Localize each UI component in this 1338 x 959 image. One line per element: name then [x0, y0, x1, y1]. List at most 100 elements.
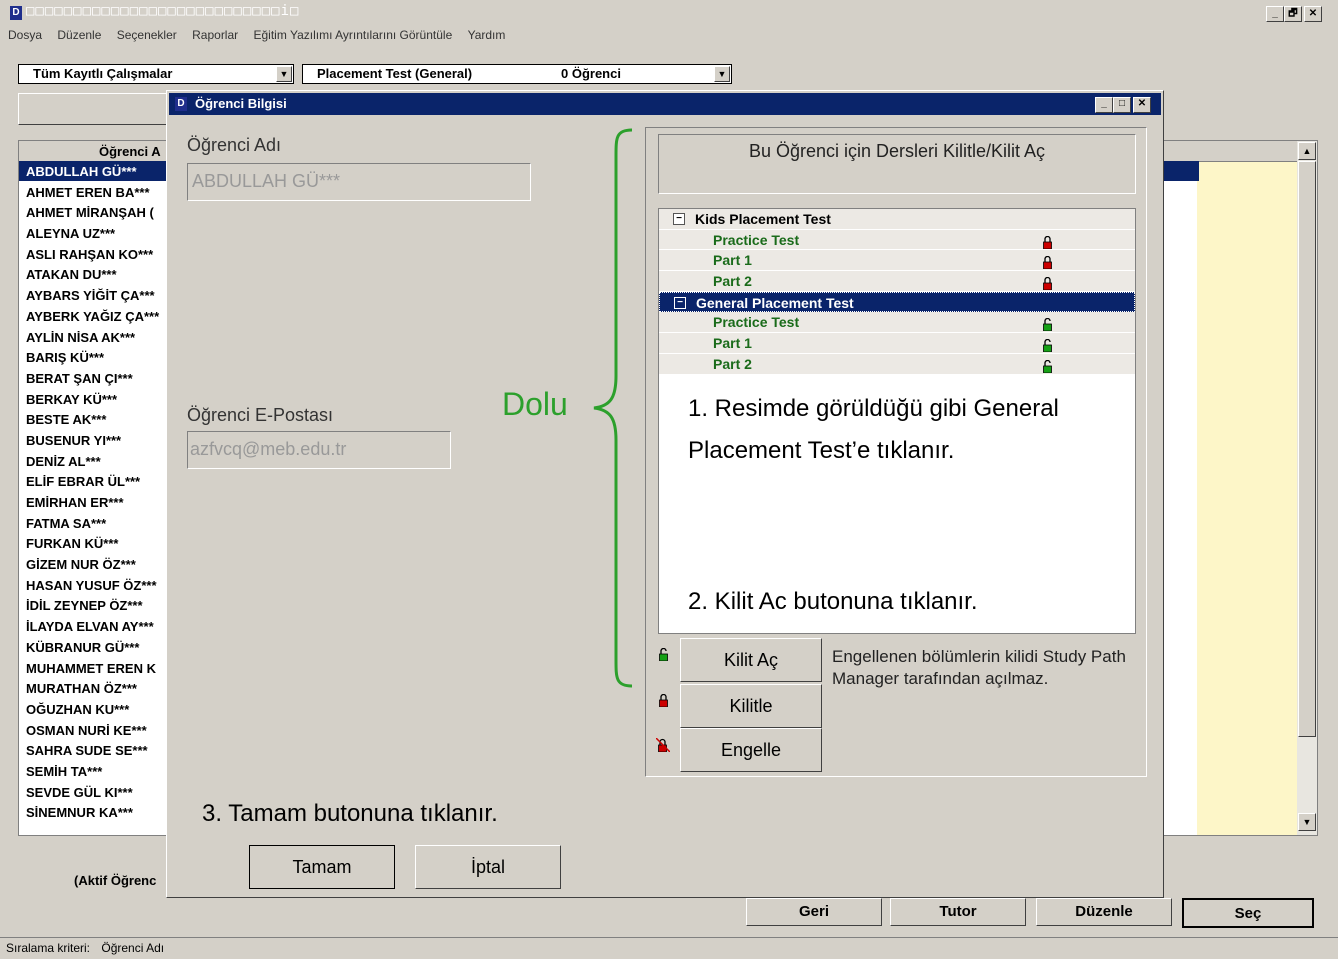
- list-item[interactable]: BERAT ŞAN ÇI***: [22, 369, 172, 390]
- list-item[interactable]: ASLI RAHŞAN KO***: [22, 245, 172, 266]
- list-item[interactable]: BARIŞ KÜ***: [22, 348, 172, 369]
- collapse-icon[interactable]: −: [673, 213, 685, 225]
- list-item[interactable]: OSMAN NURİ KE***: [22, 721, 172, 742]
- chevron-down-icon[interactable]: ▼: [714, 66, 730, 82]
- locked-icon: [1043, 275, 1052, 291]
- list-item[interactable]: ALEYNA UZ***: [22, 224, 172, 245]
- tree-child-kids-practice[interactable]: Practice Test: [659, 229, 1135, 251]
- list-item[interactable]: AYLİN NİSA AK***: [22, 328, 172, 349]
- lock-button[interactable]: Kilitle: [680, 684, 822, 728]
- window-title: □□□□□□□□□□□□□□□□□□□□□□□□□□□i□: [26, 3, 300, 19]
- close-button[interactable]: ✕: [1304, 6, 1322, 22]
- ok-button[interactable]: Tamam: [249, 845, 395, 889]
- list-item[interactable]: ABDULLAH GÜ***: [22, 162, 172, 183]
- list-item[interactable]: DENİZ AL***: [22, 452, 172, 473]
- studies-combo-value: Tüm Kayıtlı Çalışmalar: [33, 66, 173, 81]
- tutor-button[interactable]: Tutor: [890, 898, 1026, 926]
- curly-brace-annotation: [593, 128, 633, 688]
- list-item[interactable]: AHMET MİRANŞAH (: [22, 203, 172, 224]
- scrollbar[interactable]: ▲ ▼: [1297, 141, 1317, 835]
- student-name-field[interactable]: ABDULLAH GÜ***: [187, 163, 531, 201]
- list-item[interactable]: SAHRA SUDE SE***: [22, 741, 172, 762]
- list-item[interactable]: EMİRHAN ER***: [22, 493, 172, 514]
- dialog-titlebar: D Öğrenci Bilgisi _ □ ✕: [169, 93, 1161, 115]
- dolu-annotation: Dolu: [502, 386, 568, 422]
- status-label: Sıralama kriteri:: [6, 941, 91, 955]
- unlocked-icon: [1043, 316, 1052, 332]
- list-item[interactable]: BERKAY KÜ***: [22, 390, 172, 411]
- menu-edit[interactable]: Düzenle: [53, 28, 101, 42]
- list-item[interactable]: MUHAMMET EREN K: [22, 659, 172, 680]
- tree-child-label: Part 2: [713, 273, 752, 290]
- tree-child-general-part2[interactable]: Part 2: [659, 353, 1135, 375]
- student-email-field[interactable]: azfvcq@meb.edu.tr: [187, 431, 451, 469]
- studies-combo[interactable]: Tüm Kayıtlı Çalışmalar ▼: [18, 64, 294, 84]
- student-name-label: Öğrenci Adı: [187, 135, 282, 155]
- menu-file[interactable]: Dosya: [4, 28, 42, 42]
- dialog-icon: D: [175, 97, 187, 111]
- list-item[interactable]: AYBARS YİĞİT ÇA***: [22, 286, 172, 307]
- list-item[interactable]: FURKAN KÜ***: [22, 534, 172, 555]
- column-header-student[interactable]: Öğrenci A: [99, 144, 161, 159]
- dialog-close-button[interactable]: ✕: [1133, 97, 1151, 113]
- list-item[interactable]: BESTE AK***: [22, 410, 172, 431]
- list-item[interactable]: AHMET EREN BA***: [22, 183, 172, 204]
- list-item[interactable]: SİNEMNUR KA***: [22, 803, 172, 824]
- list-item[interactable]: ATAKAN DU***: [22, 265, 172, 286]
- list-item[interactable]: ELİF EBRAR ÜL***: [22, 472, 172, 493]
- scroll-up-button[interactable]: ▲: [1298, 142, 1316, 160]
- student-email-label: Öğrenci E-Postası: [187, 405, 334, 425]
- scroll-thumb[interactable]: [1298, 161, 1316, 737]
- menu-help[interactable]: Yardım: [464, 28, 506, 42]
- tree-child-kids-part2[interactable]: Part 2: [659, 271, 1135, 292]
- chevron-down-icon[interactable]: ▼: [276, 66, 292, 82]
- list-item[interactable]: SEVDE GÜL KI***: [22, 783, 172, 804]
- cancel-button[interactable]: İptal: [415, 845, 561, 889]
- dialog-maximize-button[interactable]: □: [1113, 97, 1131, 113]
- step1-annotation: 1. Resimde görüldüğü gibi General Placem…: [688, 395, 1059, 464]
- list-item[interactable]: OĞUZHAN KU***: [22, 700, 172, 721]
- minimize-button[interactable]: _: [1266, 6, 1284, 22]
- list-item[interactable]: GİZEM NUR ÖZ***: [22, 555, 172, 576]
- active-students-label: (Aktif Öğrenc: [74, 873, 157, 888]
- student-count: 0 Öğrenci: [561, 66, 621, 81]
- menu-reports[interactable]: Raporlar: [188, 28, 238, 42]
- list-item[interactable]: FATMA SA***: [22, 514, 172, 535]
- lock-panel-header: Bu Öğrenci için Dersleri Kilitle/Kilit A…: [658, 134, 1136, 194]
- collapse-icon[interactable]: −: [674, 296, 686, 309]
- list-item[interactable]: İDİL ZEYNEP ÖZ***: [22, 596, 172, 617]
- tree-child-general-practice[interactable]: Practice Test: [659, 312, 1135, 334]
- list-item[interactable]: MURATHAN ÖZ***: [22, 679, 172, 700]
- list-item[interactable]: KÜBRANUR GÜ***: [22, 638, 172, 659]
- list-item[interactable]: HASAN YUSUF ÖZ***: [22, 576, 172, 597]
- tree-child-general-part1[interactable]: Part 1: [659, 333, 1135, 354]
- list-item[interactable]: SEMİH TA***: [22, 762, 172, 783]
- back-button[interactable]: Geri: [746, 898, 882, 926]
- detail-column: [1197, 141, 1299, 835]
- status-value: Öğrenci Adı: [101, 941, 165, 955]
- app-icon: D: [10, 6, 22, 20]
- list-item[interactable]: BUSENUR YI***: [22, 431, 172, 452]
- list-item[interactable]: AYBERK YAĞIZ ÇA***: [22, 307, 172, 328]
- unlock-button[interactable]: Kilit Aç: [680, 638, 822, 682]
- status-bar: Sıralama kriteri: Öğrenci Adı: [0, 937, 1338, 959]
- menu-view-courseware[interactable]: Eğitim Yazılımı Ayrıntılarını Görüntüle: [250, 28, 453, 42]
- tree-child-label: Part 1: [713, 252, 752, 269]
- tree-node-label: General Placement Test: [696, 294, 854, 311]
- edit-button[interactable]: Düzenle: [1036, 898, 1172, 926]
- dialog-minimize-button[interactable]: _: [1095, 97, 1113, 113]
- scroll-down-button[interactable]: ▼: [1298, 813, 1316, 831]
- block-button[interactable]: Engelle: [680, 728, 822, 772]
- list-item[interactable]: İLAYDA ELVAN AY***: [22, 617, 172, 638]
- locked-icon: [1043, 254, 1052, 270]
- tree-child-kids-part1[interactable]: Part 1: [659, 250, 1135, 272]
- locked-icon: [1043, 234, 1052, 250]
- restore-button[interactable]: 🗗: [1284, 6, 1302, 22]
- menu-options[interactable]: Seçenekler: [113, 28, 177, 42]
- select-button[interactable]: Seç: [1182, 898, 1314, 928]
- dialog-title: Öğrenci Bilgisi: [195, 96, 287, 111]
- tree-node-general[interactable]: − General Placement Test: [659, 291, 1135, 313]
- tree-node-kids[interactable]: − Kids Placement Test: [659, 209, 1135, 230]
- toolbar-panel: [18, 93, 178, 125]
- test-combo[interactable]: Placement Test (General) 0 Öğrenci ▼: [302, 64, 732, 84]
